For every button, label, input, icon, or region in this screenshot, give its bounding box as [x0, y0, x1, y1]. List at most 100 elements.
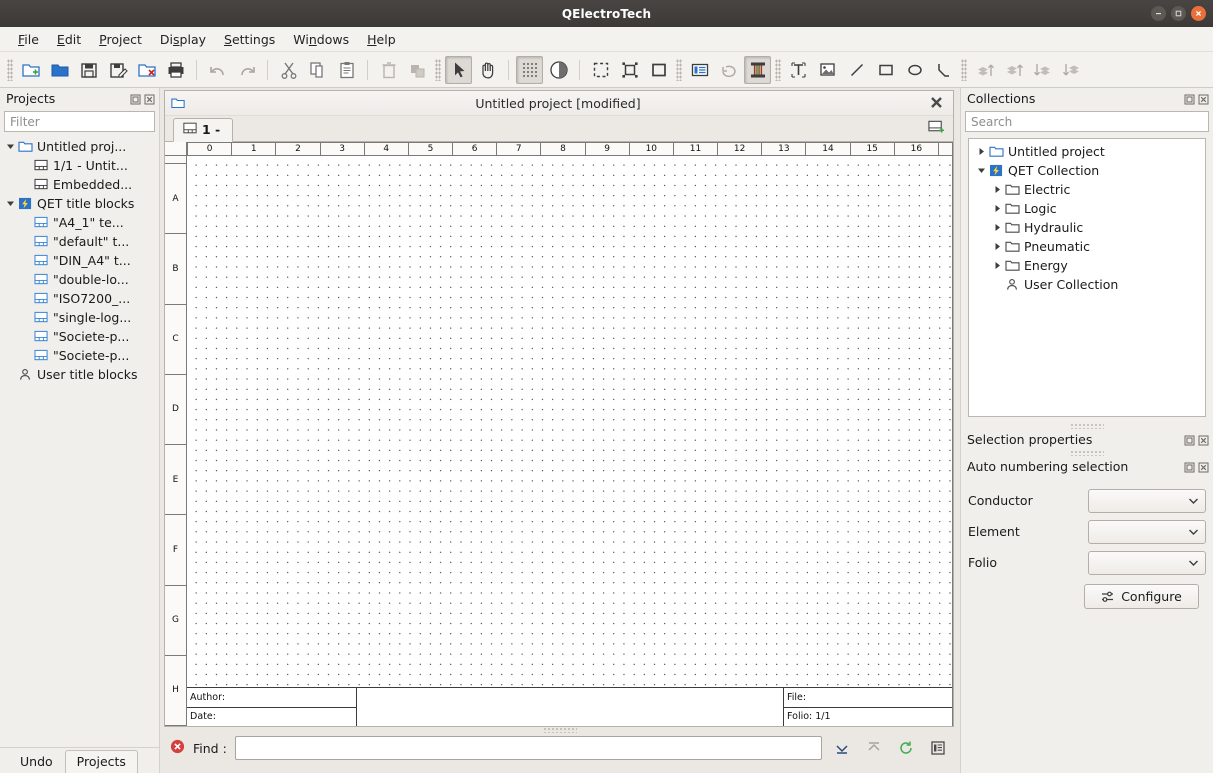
- title-block[interactable]: Author: Date: File: Folio: 1/1: [187, 688, 952, 726]
- folio-tab-1[interactable]: 1 -: [173, 118, 234, 142]
- draw-line-icon[interactable]: [843, 56, 870, 84]
- paste-icon[interactable]: [333, 56, 360, 84]
- folio-properties-icon[interactable]: [686, 56, 713, 84]
- raise-icon[interactable]: [971, 56, 998, 84]
- save-as-icon[interactable]: [104, 56, 131, 84]
- folio-canvas[interactable]: 0 1 2 3 4 5 6 7 8 9 10 11 12 13 14 15 16 ABCDEFGH Author…: [165, 142, 953, 726]
- tree-item[interactable]: Embedded...: [0, 175, 159, 194]
- tree-item[interactable]: "ISO7200_...: [0, 289, 159, 308]
- tree-item[interactable]: Electric: [969, 180, 1205, 199]
- tree-item[interactable]: "DIN_A4" t...: [0, 251, 159, 270]
- tab-undo[interactable]: Undo: [8, 750, 65, 773]
- find-close-icon[interactable]: [170, 739, 185, 757]
- chevron-right-icon[interactable]: [991, 185, 1004, 194]
- send-backward-icon[interactable]: [1029, 56, 1056, 84]
- cut-icon[interactable]: [275, 56, 302, 84]
- add-text-icon[interactable]: [785, 56, 812, 84]
- minimize-button[interactable]: [1151, 6, 1166, 21]
- open-project-icon[interactable]: [46, 56, 73, 84]
- toolbar-grip[interactable]: [676, 58, 682, 81]
- folio-combobox[interactable]: [1088, 550, 1206, 575]
- tree-item[interactable]: Energy: [969, 256, 1205, 275]
- chevron-right-icon[interactable]: [991, 204, 1004, 213]
- find-refresh-icon[interactable]: [894, 736, 918, 760]
- chevron-down-icon[interactable]: [4, 199, 17, 208]
- menu-file[interactable]: File: [9, 29, 48, 50]
- duplicate-icon[interactable]: [404, 56, 431, 84]
- tree-item[interactable]: User Collection: [969, 275, 1205, 294]
- chevron-right-icon[interactable]: [975, 147, 988, 156]
- close-icon[interactable]: [1198, 434, 1209, 446]
- add-folio-icon[interactable]: [928, 119, 945, 137]
- draw-polyline-icon[interactable]: [930, 56, 957, 84]
- maximize-button[interactable]: [1171, 6, 1186, 21]
- collections-tree[interactable]: Untitled project QET Collection Electric Lo…: [968, 138, 1206, 417]
- drawing-sheet[interactable]: Author: Date: File: Folio: 1/1: [187, 156, 953, 726]
- float-icon[interactable]: [1184, 461, 1195, 473]
- find-previous-icon[interactable]: [862, 736, 886, 760]
- projects-tree[interactable]: Untitled proj... 1/1 - Untit... Embedded..…: [0, 135, 159, 747]
- menu-project[interactable]: Project: [90, 29, 151, 50]
- collections-search-input[interactable]: Search: [965, 111, 1209, 132]
- find-next-icon[interactable]: [830, 736, 854, 760]
- tree-item[interactable]: Logic: [969, 199, 1205, 218]
- tree-item[interactable]: "Societe-p...: [0, 346, 159, 365]
- tree-item[interactable]: Untitled proj...: [0, 137, 159, 156]
- select-invert-icon[interactable]: [616, 56, 643, 84]
- select-none-icon[interactable]: [645, 56, 672, 84]
- undo-icon[interactable]: [204, 56, 231, 84]
- new-project-icon[interactable]: [17, 56, 44, 84]
- tree-item[interactable]: Hydraulic: [969, 218, 1205, 237]
- configure-button[interactable]: Configure: [1084, 584, 1199, 609]
- chevron-right-icon[interactable]: [991, 261, 1004, 270]
- close-project-icon[interactable]: [133, 56, 160, 84]
- draw-ellipse-icon[interactable]: [901, 56, 928, 84]
- tree-item[interactable]: Pneumatic: [969, 237, 1205, 256]
- find-list-icon[interactable]: [926, 736, 950, 760]
- add-image-icon[interactable]: [814, 56, 841, 84]
- toggle-grid-icon[interactable]: [516, 55, 543, 84]
- float-icon[interactable]: [130, 93, 141, 105]
- tree-item[interactable]: "default" t...: [0, 232, 159, 251]
- tab-projects[interactable]: Projects: [64, 750, 138, 773]
- chevron-right-icon[interactable]: [991, 242, 1004, 251]
- pan-tool-icon[interactable]: [474, 56, 501, 84]
- tree-item[interactable]: QET Collection: [969, 161, 1205, 180]
- menu-edit[interactable]: Edit: [48, 29, 90, 50]
- lower-icon[interactable]: [1058, 56, 1085, 84]
- chevron-down-icon[interactable]: [4, 142, 17, 151]
- print-icon[interactable]: [162, 56, 189, 84]
- toolbar-grip[interactable]: [775, 58, 781, 81]
- tree-item[interactable]: "A4_1" te...: [0, 213, 159, 232]
- select-all-icon[interactable]: [587, 56, 614, 84]
- chevron-down-icon[interactable]: [975, 166, 988, 175]
- draw-rectangle-icon[interactable]: [872, 56, 899, 84]
- tree-item[interactable]: 1/1 - Untit...: [0, 156, 159, 175]
- redo-icon[interactable]: [233, 56, 260, 84]
- close-icon[interactable]: [1198, 93, 1209, 105]
- chevron-right-icon[interactable]: [991, 223, 1004, 232]
- mdi-close-icon[interactable]: [930, 96, 943, 112]
- tree-item[interactable]: User title blocks: [0, 365, 159, 384]
- tree-item[interactable]: QET title blocks: [0, 194, 159, 213]
- element-combobox[interactable]: [1088, 519, 1206, 544]
- menu-windows[interactable]: Windows: [284, 29, 358, 50]
- tree-item[interactable]: Untitled project: [969, 142, 1205, 161]
- tree-item[interactable]: "Societe-p...: [0, 327, 159, 346]
- float-icon[interactable]: [1184, 434, 1195, 446]
- grid-background[interactable]: [187, 156, 952, 688]
- rotate-icon[interactable]: [715, 56, 742, 84]
- tree-item[interactable]: "single-log...: [0, 308, 159, 327]
- find-input[interactable]: [234, 736, 822, 760]
- float-icon[interactable]: [1184, 93, 1195, 105]
- save-icon[interactable]: [75, 56, 102, 84]
- toolbar-grip[interactable]: [961, 58, 967, 81]
- conductor-combobox[interactable]: [1088, 488, 1206, 513]
- select-tool-icon[interactable]: [445, 55, 472, 84]
- toolbar-grip[interactable]: [435, 58, 441, 81]
- toggle-contrast-icon[interactable]: [545, 56, 572, 84]
- bring-forward-icon[interactable]: [1000, 56, 1027, 84]
- delete-icon[interactable]: [375, 56, 402, 84]
- menu-display[interactable]: Display: [151, 29, 215, 50]
- close-button[interactable]: [1191, 6, 1206, 21]
